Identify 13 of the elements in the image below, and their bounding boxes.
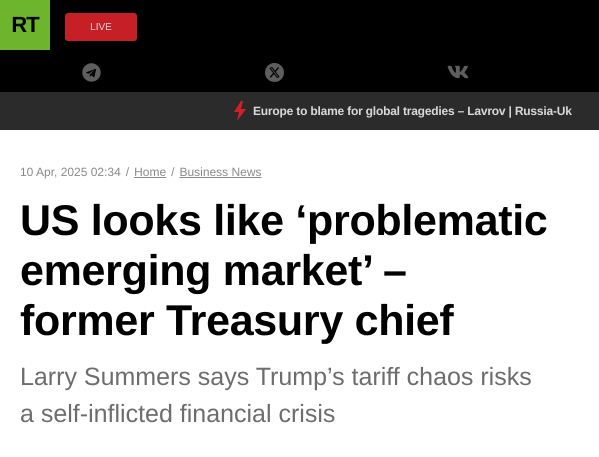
breadcrumb-link[interactable]: Business News: [179, 165, 262, 179]
article-headline: US looks like ‘problematic emerging market’ – former Treasury chief: [20, 196, 548, 346]
breadcrumb-separator: /: [126, 165, 130, 179]
article-subtitle: Larry Summers says Trump’s tariff chaos risks a self-inflicted financial crisis: [20, 362, 533, 430]
lightning-icon: [233, 101, 247, 121]
x-logo-icon: [265, 62, 284, 82]
breadcrumb-separator: /: [171, 165, 174, 179]
breadcrumb-link[interactable]: Home: [134, 165, 166, 179]
ticker-headline[interactable]: Europe to blame for global tragedies – Lavrov | Russia-Uk: [253, 104, 572, 118]
article-date: 10 Apr, 2025 02:34: [20, 165, 121, 179]
telegram-icon: [82, 62, 101, 82]
live-button[interactable]: LIVE: [65, 13, 137, 41]
rt-logo[interactable]: RT: [0, 0, 50, 50]
